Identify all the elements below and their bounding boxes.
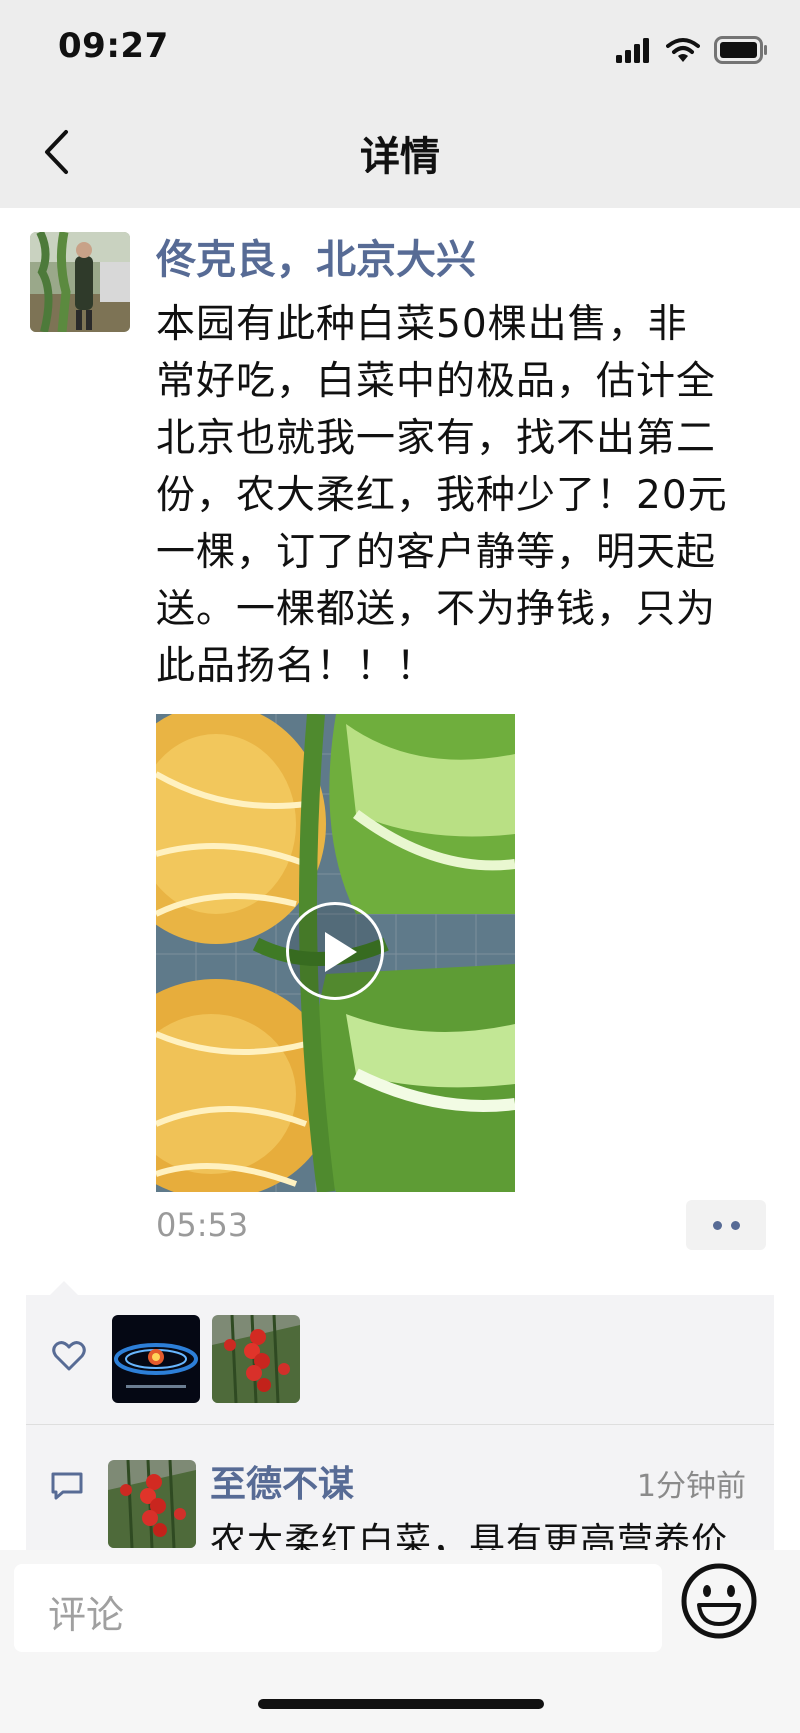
post-text: 本园有此种白菜50棵出售，非 常好吃，白菜中的极品，估计全 北京也就我一家有，找… — [156, 296, 776, 695]
comment-input-placeholder: 评论 — [48, 1593, 125, 1637]
video-thumbnail[interactable] — [156, 714, 515, 1192]
status-icons — [616, 32, 768, 68]
liker-avatar[interactable] — [212, 1315, 300, 1403]
post-text-line: 一棵，订了的客户静等，明天起 — [156, 530, 717, 575]
author-name[interactable]: 佟克良，北京大兴 — [156, 232, 476, 288]
wifi-icon — [666, 38, 700, 62]
interaction-panel: 至德不谋 1分钟前 农大柔红白菜，具有更高营养价 — [26, 1295, 774, 1562]
play-icon[interactable] — [286, 902, 384, 1000]
post-text-line: 份，农大柔红，我种少了！20元 — [156, 473, 728, 518]
commenter-avatar[interactable] — [108, 1460, 196, 1548]
comment-time: 1分钟前 — [636, 1469, 746, 1504]
home-indicator — [258, 1699, 544, 1709]
post-text-line: 常好吃，白菜中的极品，估计全 — [156, 359, 717, 404]
status-time: 09:27 — [58, 26, 169, 66]
commenter-name[interactable]: 至德不谋 — [210, 1455, 354, 1507]
emoji-icon[interactable] — [680, 1562, 758, 1640]
panel-divider — [26, 1424, 774, 1425]
top-bar: 09:27 详情 — [0, 0, 800, 208]
commenter-avatar-image — [108, 1460, 196, 1548]
comment-bar: 评论 — [0, 1550, 800, 1733]
page-title: 详情 — [360, 134, 440, 180]
post-time: 05:53 — [156, 1206, 249, 1244]
comment-icon — [51, 1472, 83, 1500]
dot-icon — [730, 1220, 740, 1230]
post-text-line: 北京也就我一家有，找不出第二 — [156, 416, 717, 461]
panel-arrow — [50, 1281, 78, 1295]
post-text-line: 送。一棵都送，不为挣钱，只为 — [156, 587, 717, 632]
liker-avatar-image — [112, 1315, 200, 1403]
comment-input[interactable]: 评论 — [14, 1564, 662, 1652]
avatar-photo — [30, 232, 130, 332]
post-text-line: 此品扬名！！！ — [156, 644, 437, 689]
heart-icon — [52, 1341, 86, 1371]
post-text-line: 本园有此种白菜50棵出售，非 — [156, 302, 688, 347]
signal-icon — [616, 38, 649, 63]
liker-avatar[interactable] — [112, 1315, 200, 1403]
moment-detail-screen: 09:27 详情 佟克良，北京大兴 本园有此种白菜50棵出售，非 常好吃，白菜中… — [0, 0, 800, 1733]
author-avatar[interactable] — [30, 232, 130, 332]
more-button[interactable] — [686, 1200, 766, 1250]
dot-icon — [712, 1220, 722, 1230]
battery-icon — [714, 36, 767, 64]
liker-avatar-image — [212, 1315, 300, 1403]
